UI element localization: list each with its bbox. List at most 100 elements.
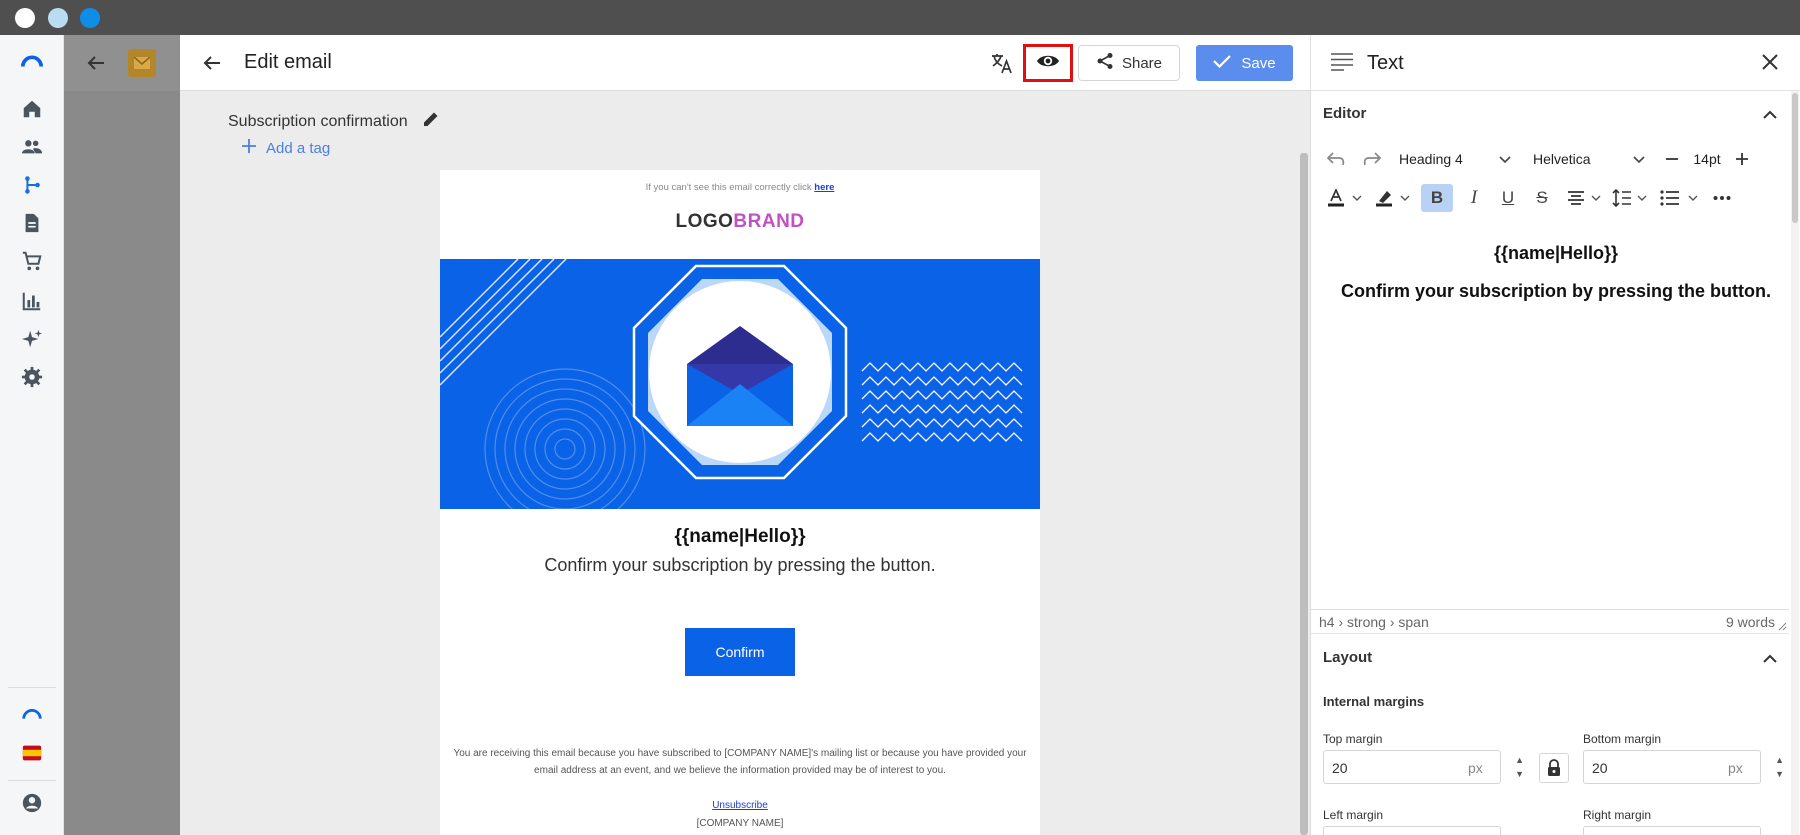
align-icon[interactable] xyxy=(1563,184,1589,212)
window-minimize-dot[interactable] xyxy=(48,8,68,28)
confirm-button[interactable]: Confirm xyxy=(685,628,795,676)
bottom-margin-stepper-icon[interactable]: ▲ ▼ xyxy=(1775,753,1784,781)
edit-pencil-icon[interactable] xyxy=(422,110,440,133)
email-canvas[interactable]: If you can't see this email correctly cl… xyxy=(440,170,1040,835)
block-format-select[interactable]: Heading 4 xyxy=(1391,145,1519,173)
undo-icon[interactable] xyxy=(1323,145,1349,173)
window-maximize-dot[interactable] xyxy=(80,8,100,28)
italic-icon[interactable]: I xyxy=(1461,184,1487,212)
bottom-margin-input[interactable]: 20 px ▲ ▼ xyxy=(1583,750,1784,784)
left-margin-label: Left margin xyxy=(1323,808,1384,822)
eye-icon xyxy=(1036,53,1060,74)
redo-icon[interactable] xyxy=(1359,145,1385,173)
toolbar-row-2: B I U S xyxy=(1323,180,1789,216)
rte-paragraph[interactable]: Confirm your subscription by pressing th… xyxy=(1323,281,1789,302)
bullet-list-icon[interactable] xyxy=(1657,184,1683,212)
more-options-icon[interactable] xyxy=(1709,184,1735,212)
view-in-browser-text: If you can't see this email correctly cl… xyxy=(645,182,812,193)
chevron-down-icon xyxy=(1499,151,1511,167)
bottom-margin-label: Bottom margin xyxy=(1583,732,1662,746)
hero-image[interactable] xyxy=(440,259,1040,509)
rail-divider-2 xyxy=(8,780,56,781)
analytics-icon[interactable] xyxy=(20,289,44,313)
spain-flag-icon[interactable] xyxy=(20,741,44,765)
block-format-value: Heading 4 xyxy=(1399,151,1463,167)
decrease-font-size-icon[interactable] xyxy=(1659,145,1685,173)
subject-line: Subscription confirmation xyxy=(228,110,440,133)
increase-font-size-icon[interactable] xyxy=(1729,145,1755,173)
share-button[interactable]: Share xyxy=(1078,45,1180,81)
translate-icon[interactable] xyxy=(988,49,1016,77)
top-margin-stepper-icon[interactable]: ▲ ▼ xyxy=(1515,753,1524,781)
highlight-color-chevron-icon[interactable] xyxy=(1397,184,1413,212)
underline-icon[interactable]: U xyxy=(1495,184,1521,212)
align-chevron-icon[interactable] xyxy=(1589,184,1603,212)
email-editor: Edit email Share Save Subscription confi… xyxy=(180,35,1310,835)
element-path[interactable]: h4 › strong › span xyxy=(1319,614,1429,630)
rte-heading[interactable]: {{name|Hello}} xyxy=(1323,243,1789,264)
settings-icon[interactable] xyxy=(20,365,44,389)
top-margin-value: 20 xyxy=(1332,760,1348,776)
window-close-dot[interactable] xyxy=(15,8,35,28)
right-margin-input[interactable] xyxy=(1583,826,1761,835)
lock-icon[interactable] xyxy=(1539,753,1569,783)
background-back-icon xyxy=(86,53,106,78)
highlight-color-icon[interactable] xyxy=(1371,184,1397,212)
preview-button[interactable] xyxy=(1023,44,1073,82)
section-divider xyxy=(1311,633,1789,634)
back-arrow-icon[interactable] xyxy=(200,51,224,75)
layout-collapse-chevron-icon[interactable] xyxy=(1763,651,1777,669)
user-account-icon[interactable] xyxy=(20,791,44,815)
document-icon[interactable] xyxy=(20,211,44,235)
close-icon[interactable] xyxy=(1761,53,1779,76)
email-heading[interactable]: {{name|Hello}} xyxy=(440,526,1040,548)
resize-handle-icon[interactable] xyxy=(1778,618,1787,634)
top-margin-input[interactable]: 20 px ▲ ▼ xyxy=(1323,750,1524,784)
bottom-margin-unit: px xyxy=(1728,760,1743,776)
logo-part-1: LOGO xyxy=(675,211,734,232)
email-subject: Subscription confirmation xyxy=(228,112,408,130)
bottom-margin-value: 20 xyxy=(1592,760,1608,776)
panel-scrollbar-thumb[interactable] xyxy=(1792,93,1798,223)
text-color-chevron-icon[interactable] xyxy=(1349,184,1365,212)
company-logo-icon[interactable] xyxy=(20,703,44,727)
share-icon xyxy=(1096,52,1114,74)
layout-section-title: Layout xyxy=(1323,649,1373,666)
email-paragraph[interactable]: Confirm your subscription by pressing th… xyxy=(440,555,1040,576)
brand-logo[interactable]: LOGOBRAND xyxy=(440,211,1040,233)
home-icon[interactable] xyxy=(20,97,44,121)
ai-sparkle-icon[interactable] xyxy=(20,327,44,351)
save-button[interactable]: Save xyxy=(1196,45,1293,81)
chevron-down-icon xyxy=(1633,151,1645,167)
editor-status-bar: h4 › strong › span 9 words xyxy=(1311,609,1789,633)
word-count: 9 words xyxy=(1725,614,1775,630)
font-size-value[interactable]: 14pt xyxy=(1685,151,1729,167)
editor-scrollbar-thumb[interactable] xyxy=(1300,153,1308,835)
add-tag-link[interactable]: Add a tag xyxy=(242,139,330,157)
internal-margins-label: Internal margins xyxy=(1323,694,1425,709)
cart-icon[interactable] xyxy=(20,249,44,273)
line-height-chevron-icon[interactable] xyxy=(1635,184,1649,212)
left-margin-input[interactable] xyxy=(1323,826,1501,835)
line-height-icon[interactable] xyxy=(1609,184,1635,212)
strikethrough-icon[interactable]: S xyxy=(1529,184,1555,212)
editor-collapse-chevron-icon[interactable] xyxy=(1763,107,1777,125)
text-color-icon[interactable] xyxy=(1323,184,1349,212)
bullet-list-chevron-icon[interactable] xyxy=(1683,184,1703,212)
view-in-browser-link[interactable]: here xyxy=(814,182,834,193)
save-label: Save xyxy=(1241,54,1276,72)
toolbar-row-1: Heading 4 Helvetica 14pt xyxy=(1323,141,1789,177)
logo-part-2: BRAND xyxy=(733,211,805,232)
company-name: [COMPANY NAME] xyxy=(696,818,784,829)
bold-icon[interactable]: B xyxy=(1421,184,1453,212)
unsubscribe-link[interactable]: Unsubscribe xyxy=(440,800,1040,811)
page-title: Edit email xyxy=(244,51,332,73)
automation-icon[interactable] xyxy=(20,173,44,197)
background-email-icon xyxy=(128,49,156,77)
panel-title: Text xyxy=(1367,52,1404,74)
font-family-select[interactable]: Helvetica xyxy=(1525,145,1653,173)
rich-text-editor[interactable]: {{name|Hello}} Confirm your subscription… xyxy=(1323,225,1789,607)
brand-logo-icon[interactable] xyxy=(20,49,44,73)
contacts-icon[interactable] xyxy=(20,135,44,159)
share-label: Share xyxy=(1121,54,1163,72)
